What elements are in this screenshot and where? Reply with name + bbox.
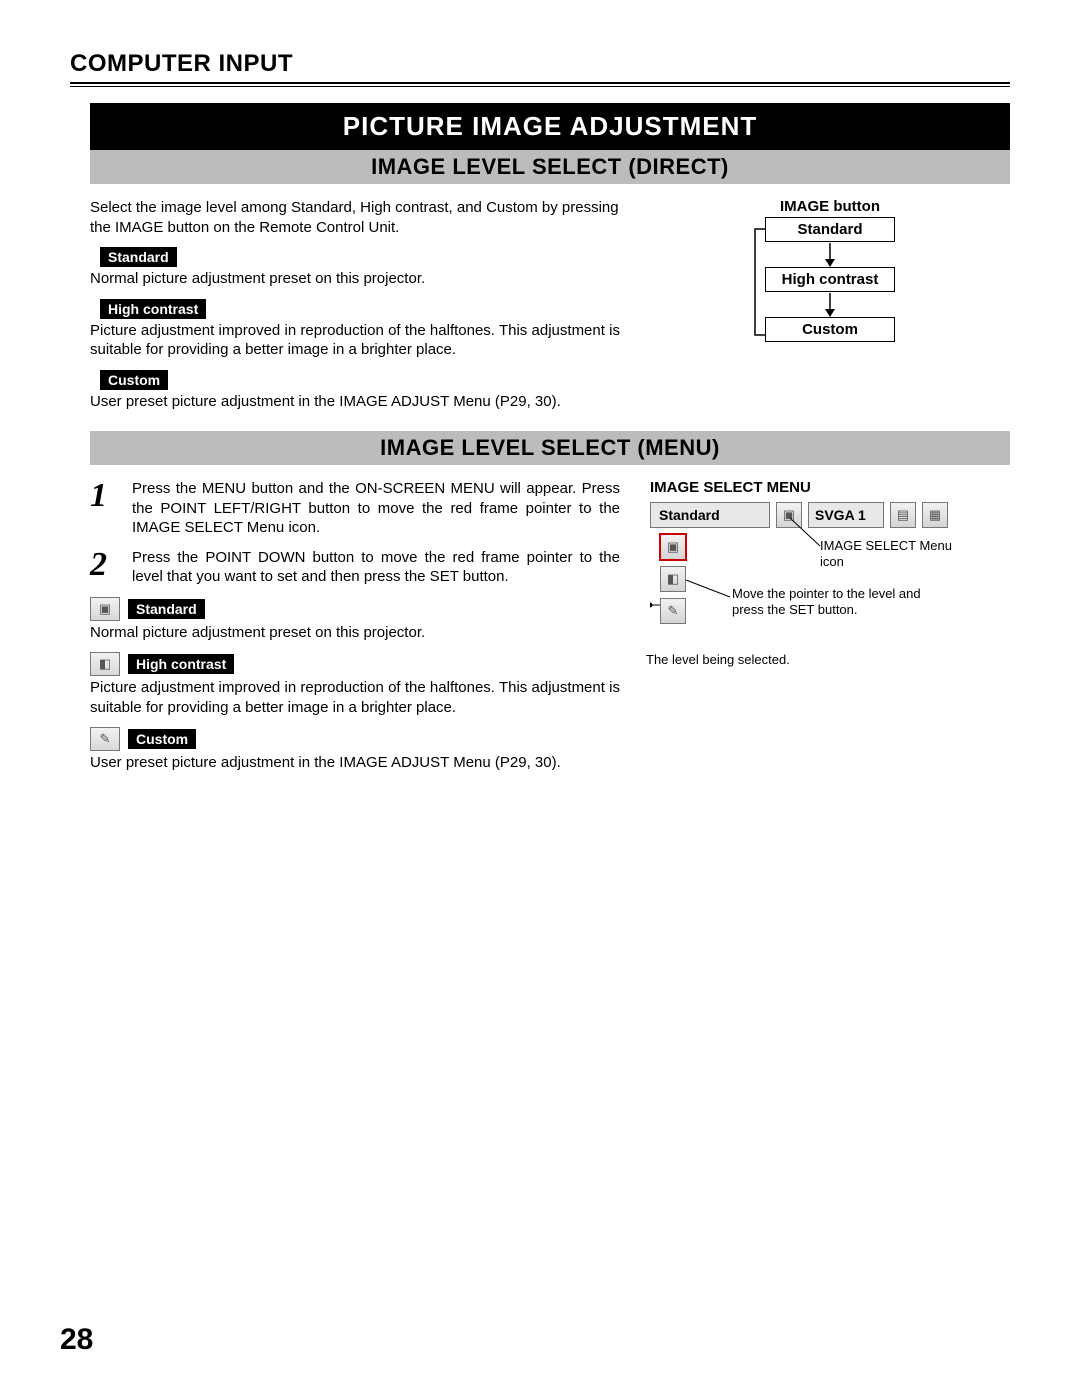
osd-icon-image-select: ▣ [776,502,802,528]
desc-menu-high-contrast: Picture adjustment improved in reproduct… [90,678,620,717]
callout-pointer: Move the pointer to the level and press … [732,586,952,619]
chapter-title: PICTURE IMAGE ADJUSTMENT [90,103,1010,150]
tag-menu-standard: Standard [128,599,205,619]
tag-standard: Standard [100,247,177,267]
page-header-title: COMPUTER INPUT [70,50,1010,78]
flow-step-high-contrast: High contrast [765,267,895,292]
desc-custom: User preset picture adjustment in the IM… [90,392,620,412]
desc-menu-standard: Normal picture adjustment preset on this… [90,623,620,643]
desc-high-contrast: Picture adjustment improved in reproduct… [90,321,620,360]
osd-menu-diagram: Standard ▣ SVGA 1 ▤ ▦ ▣ ◧ ✎ IMAGE SELECT… [650,502,980,672]
page-number: 28 [60,1323,93,1357]
section-direct-title: IMAGE LEVEL SELECT (DIRECT) [90,150,1010,184]
osd-icon-aux1: ▤ [890,502,916,528]
standard-icon: ▣ [90,597,120,621]
osd-resolution-box: SVGA 1 [808,502,884,528]
step-1-number: 1 [90,479,116,538]
osd-icon-aux2: ▦ [922,502,948,528]
tag-menu-high-contrast: High contrast [128,654,234,674]
callout-select: The level being selected. [646,652,896,668]
desc-standard: Normal picture adjustment preset on this… [90,269,620,289]
step-2-text: Press the POINT DOWN button to move the … [132,548,620,587]
flow-title: IMAGE button [650,198,1010,215]
tag-custom: Custom [100,370,168,390]
osd-vert-high-contrast-icon: ◧ [660,566,686,592]
tag-high-contrast: High contrast [100,299,206,319]
tag-menu-custom: Custom [128,729,196,749]
osd-vert-standard-icon: ▣ [660,534,686,560]
section-direct-intro: Select the image level among Standard, H… [90,198,620,237]
flow-step-custom: Custom [765,317,895,342]
header-rule [70,82,1010,87]
flow-step-standard: Standard [765,217,895,242]
osd-vert-custom-icon: ✎ [660,598,686,624]
section-menu-title: IMAGE LEVEL SELECT (MENU) [90,431,1010,465]
step-2: 2 Press the POINT DOWN button to move th… [90,548,620,587]
osd-title: IMAGE SELECT MENU [650,479,1010,496]
osd-mode-box: Standard [650,502,770,528]
custom-icon: ✎ [90,727,120,751]
step-2-number: 2 [90,548,116,587]
callout-icon: IMAGE SELECT Menu icon [820,538,960,571]
high-contrast-icon: ◧ [90,652,120,676]
step-1: 1 Press the MENU button and the ON-SCREE… [90,479,620,538]
desc-menu-custom: User preset picture adjustment in the IM… [90,753,620,773]
step-1-text: Press the MENU button and the ON-SCREEN … [132,479,620,538]
